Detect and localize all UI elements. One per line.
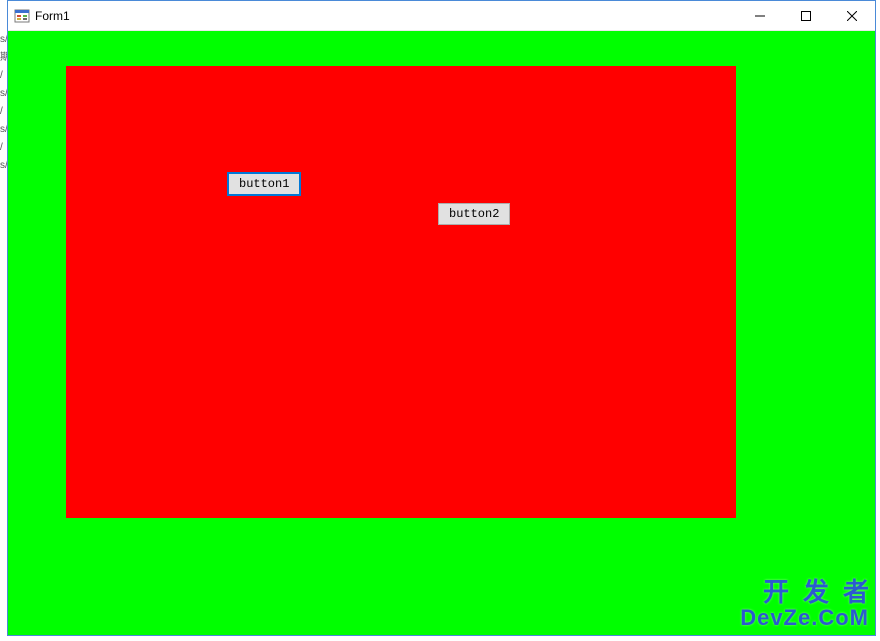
window-controls bbox=[737, 1, 875, 30]
watermark: 开发者 DevZe.CoM bbox=[740, 579, 869, 629]
side-fragment: s/ bbox=[0, 85, 7, 103]
button1[interactable]: button1 bbox=[228, 173, 300, 195]
form-client-area: button1 button2 开发者 DevZe.CoM bbox=[8, 31, 875, 635]
editor-leftover-strip: s/ 期 / s/ / s/ / s/ bbox=[0, 31, 7, 641]
maximize-button[interactable] bbox=[783, 1, 829, 30]
titlebar-left: Form1 bbox=[14, 8, 70, 24]
side-fragment: 期 bbox=[0, 49, 7, 67]
side-fragment: / bbox=[0, 67, 7, 85]
minimize-button[interactable] bbox=[737, 1, 783, 30]
form-window: Form1 button1 button2 开发者 DevZe.CoM bbox=[7, 0, 876, 636]
side-fragment: / bbox=[0, 103, 7, 121]
watermark-line1: 开发者 bbox=[740, 579, 880, 606]
titlebar[interactable]: Form1 bbox=[8, 1, 875, 31]
close-button[interactable] bbox=[829, 1, 875, 30]
button2[interactable]: button2 bbox=[438, 203, 510, 225]
watermark-line2: DevZe.CoM bbox=[740, 606, 869, 629]
main-panel: button1 button2 bbox=[66, 66, 736, 518]
side-fragment: s/ bbox=[0, 157, 7, 175]
side-fragment: / bbox=[0, 139, 7, 157]
side-fragment: s/ bbox=[0, 31, 7, 49]
side-fragment: s/ bbox=[0, 121, 7, 139]
window-title: Form1 bbox=[35, 9, 70, 23]
app-icon bbox=[14, 8, 30, 24]
